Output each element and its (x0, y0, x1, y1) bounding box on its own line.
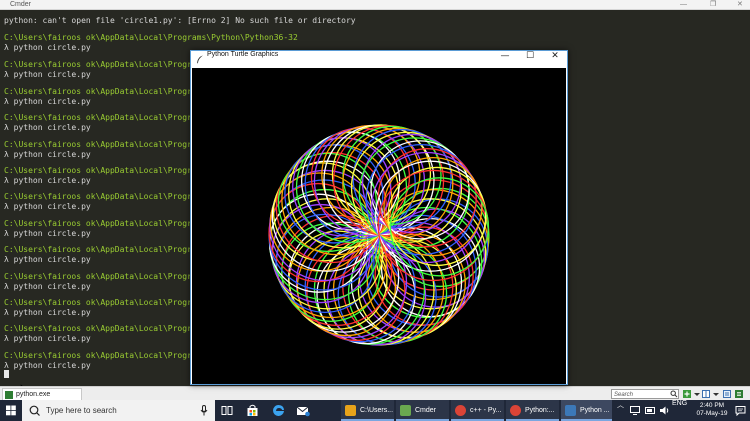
edge-browser-icon[interactable] (272, 404, 285, 417)
console-tab-icon (5, 391, 13, 399)
text-cursor (4, 370, 9, 378)
task-view-icon[interactable] (221, 405, 233, 416)
taskbar-app-label: Python ... (580, 407, 610, 414)
taskbar-app-button[interactable]: Cmder (396, 400, 449, 421)
taskbar-app-label: Python:... (525, 407, 555, 414)
prompt-path-line: C:\Users\fairoos ok\AppData\Local\Progra… (4, 298, 207, 307)
windows-taskbar: Type here to search C:\Users... Cmder c++ … (0, 400, 750, 421)
dropdown-icon[interactable] (712, 390, 720, 398)
maximize-button[interactable]: ☐ (517, 51, 543, 68)
taskbar-app-button[interactable]: c++ - Py... (451, 400, 504, 421)
microphone-icon[interactable] (200, 405, 208, 416)
taskbar-search-input[interactable]: Type here to search (22, 400, 215, 421)
windows-start-icon[interactable] (0, 400, 22, 421)
python-icon (565, 405, 576, 416)
cmder-search-input[interactable]: Search (611, 389, 679, 399)
taskbar-search-placeholder: Type here to search (46, 406, 117, 415)
prompt-path-line: C:\Users\fairoos ok\AppData\Local\Progra… (4, 113, 207, 122)
restore-button[interactable]: ❐ (710, 0, 716, 9)
taskbar-app-button[interactable]: Python ... (561, 400, 612, 421)
cmder-statusbar: python.exe Search (0, 386, 750, 402)
prompt-command-line: λ python circle.py (4, 361, 91, 370)
prompt-command-line: λ python circle.py (4, 150, 91, 159)
chrome-icon (455, 405, 466, 416)
chrome-icon (510, 405, 521, 416)
prompt-command-line: λ python circle.py (4, 97, 91, 106)
split-view-icon[interactable] (702, 390, 710, 398)
cmder-window-title: Cmder (10, 1, 32, 8)
prompt-command-line: λ python circle.py (4, 202, 91, 211)
prompt-path-line: C:\Users\fairoos ok\AppData\Local\Progra… (4, 140, 207, 149)
prompt-path-line: C:\Users\fairoos ok\AppData\Local\Progra… (4, 33, 298, 42)
prompt-command-line: λ python circle.py (4, 308, 91, 317)
cmder-titlebar: Cmder — ❐ ✕ (0, 0, 750, 10)
prompt-path-line: C:\Users\fairoos ok\AppData\Local\Progra… (4, 60, 207, 69)
close-button[interactable]: ✕ (542, 51, 568, 68)
turtle-graphics-window[interactable]: Python Turtle Graphics — ☐ ✕ (190, 50, 568, 385)
prompt-command-line: λ python circle.py (4, 176, 91, 185)
minimize-button[interactable]: — (492, 51, 518, 68)
search-icon (29, 405, 40, 416)
prompt-path-line: C:\Users\fairoos ok\AppData\Local\Progra… (4, 324, 207, 333)
show-hidden-icons-icon[interactable]: ︿ (617, 400, 624, 421)
prompt-path-line: C:\Users\fairoos ok\AppData\Local\Progra… (4, 245, 207, 254)
buffer-icon[interactable] (723, 390, 731, 398)
prompt-command-line: λ python circle.py (4, 43, 91, 52)
console-tab-label: python.exe (16, 391, 51, 398)
prompt-command-line: λ python circle.py (4, 123, 91, 132)
mail-icon[interactable] (296, 404, 310, 417)
feather-icon (197, 55, 203, 64)
network-icon[interactable] (630, 406, 642, 415)
taskbar-app-button[interactable]: Python:... (506, 400, 559, 421)
prompt-command-line: λ python circle.py (4, 334, 91, 343)
clock-time: 2:40 PM (699, 402, 725, 409)
app-icon (400, 405, 411, 416)
error-line: python: can't open file 'circle1.py': [E… (4, 16, 356, 25)
prompt-path-line: C:\Users\fairoos ok\AppData\Local\Progra… (4, 219, 207, 228)
prompt-command-line: λ python circle.py (4, 282, 91, 291)
clock-date: 07-May-19 (696, 410, 728, 417)
prompt-command-line: λ python circle.py (4, 70, 91, 79)
new-console-icon[interactable] (683, 390, 691, 398)
turtle-titlebar[interactable]: Python Turtle Graphics — ☐ ✕ (191, 51, 567, 68)
prompt-command-line: λ python circle.py (4, 255, 91, 264)
volume-icon[interactable] (659, 405, 670, 416)
taskbar-app-label: Cmder (415, 407, 437, 414)
menu-icon[interactable] (735, 390, 743, 398)
minimize-button[interactable]: — (680, 0, 687, 9)
search-icon[interactable] (670, 390, 678, 398)
notification-center-icon[interactable] (735, 405, 746, 416)
battery-icon[interactable] (645, 406, 656, 415)
turtle-canvas (192, 68, 566, 384)
prompt-path-line: C:\Users\fairoos ok\AppData\Local\Progra… (4, 351, 207, 360)
turtle-window-title: Python Turtle Graphics (207, 51, 279, 58)
store-icon[interactable] (246, 404, 259, 417)
prompt-path-line: C:\Users\fairoos ok\AppData\Local\Progra… (4, 192, 207, 201)
dropdown-icon[interactable] (693, 390, 701, 398)
prompt-path-line: C:\Users\fairoos ok\AppData\Local\Progra… (4, 166, 207, 175)
taskbar-app-label: c++ - Py... (470, 407, 502, 414)
taskbar-app-label: C:\Users... (360, 407, 394, 414)
prompt-path-line: C:\Users\fairoos ok\AppData\Local\Progra… (4, 272, 207, 281)
taskbar-app-button[interactable]: C:\Users... (341, 400, 394, 421)
prompt-command-line: λ python circle.py (4, 229, 91, 238)
clock[interactable]: 2:40 PM 07-May-19 (694, 402, 730, 418)
input-language[interactable]: ENG (672, 400, 687, 421)
prompt-path-line: C:\Users\fairoos ok\AppData\Local\Progra… (4, 87, 207, 96)
app-icon (345, 405, 356, 416)
close-button[interactable]: ✕ (737, 0, 743, 9)
